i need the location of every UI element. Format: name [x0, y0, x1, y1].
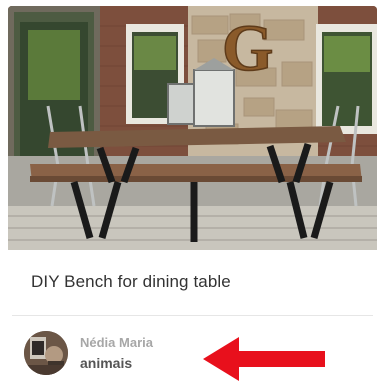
red-arrow-icon: [203, 337, 325, 381]
pin-attribution[interactable]: Nédia Maria animais: [8, 324, 377, 381]
pin-image[interactable]: G: [8, 6, 377, 250]
pin-photo: G: [8, 6, 377, 250]
pin-card[interactable]: G DIY Bench for dining table Nédia Maria…: [8, 6, 377, 385]
board-name[interactable]: animais: [80, 355, 132, 371]
pinner-name[interactable]: Nédia Maria: [80, 335, 153, 350]
avatar[interactable]: [24, 331, 68, 375]
pin-title[interactable]: DIY Bench for dining table: [31, 272, 231, 292]
divider: [12, 315, 373, 316]
page: G DIY Bench for dining table Nédia Maria…: [0, 0, 377, 385]
avatar-image: [24, 331, 68, 375]
